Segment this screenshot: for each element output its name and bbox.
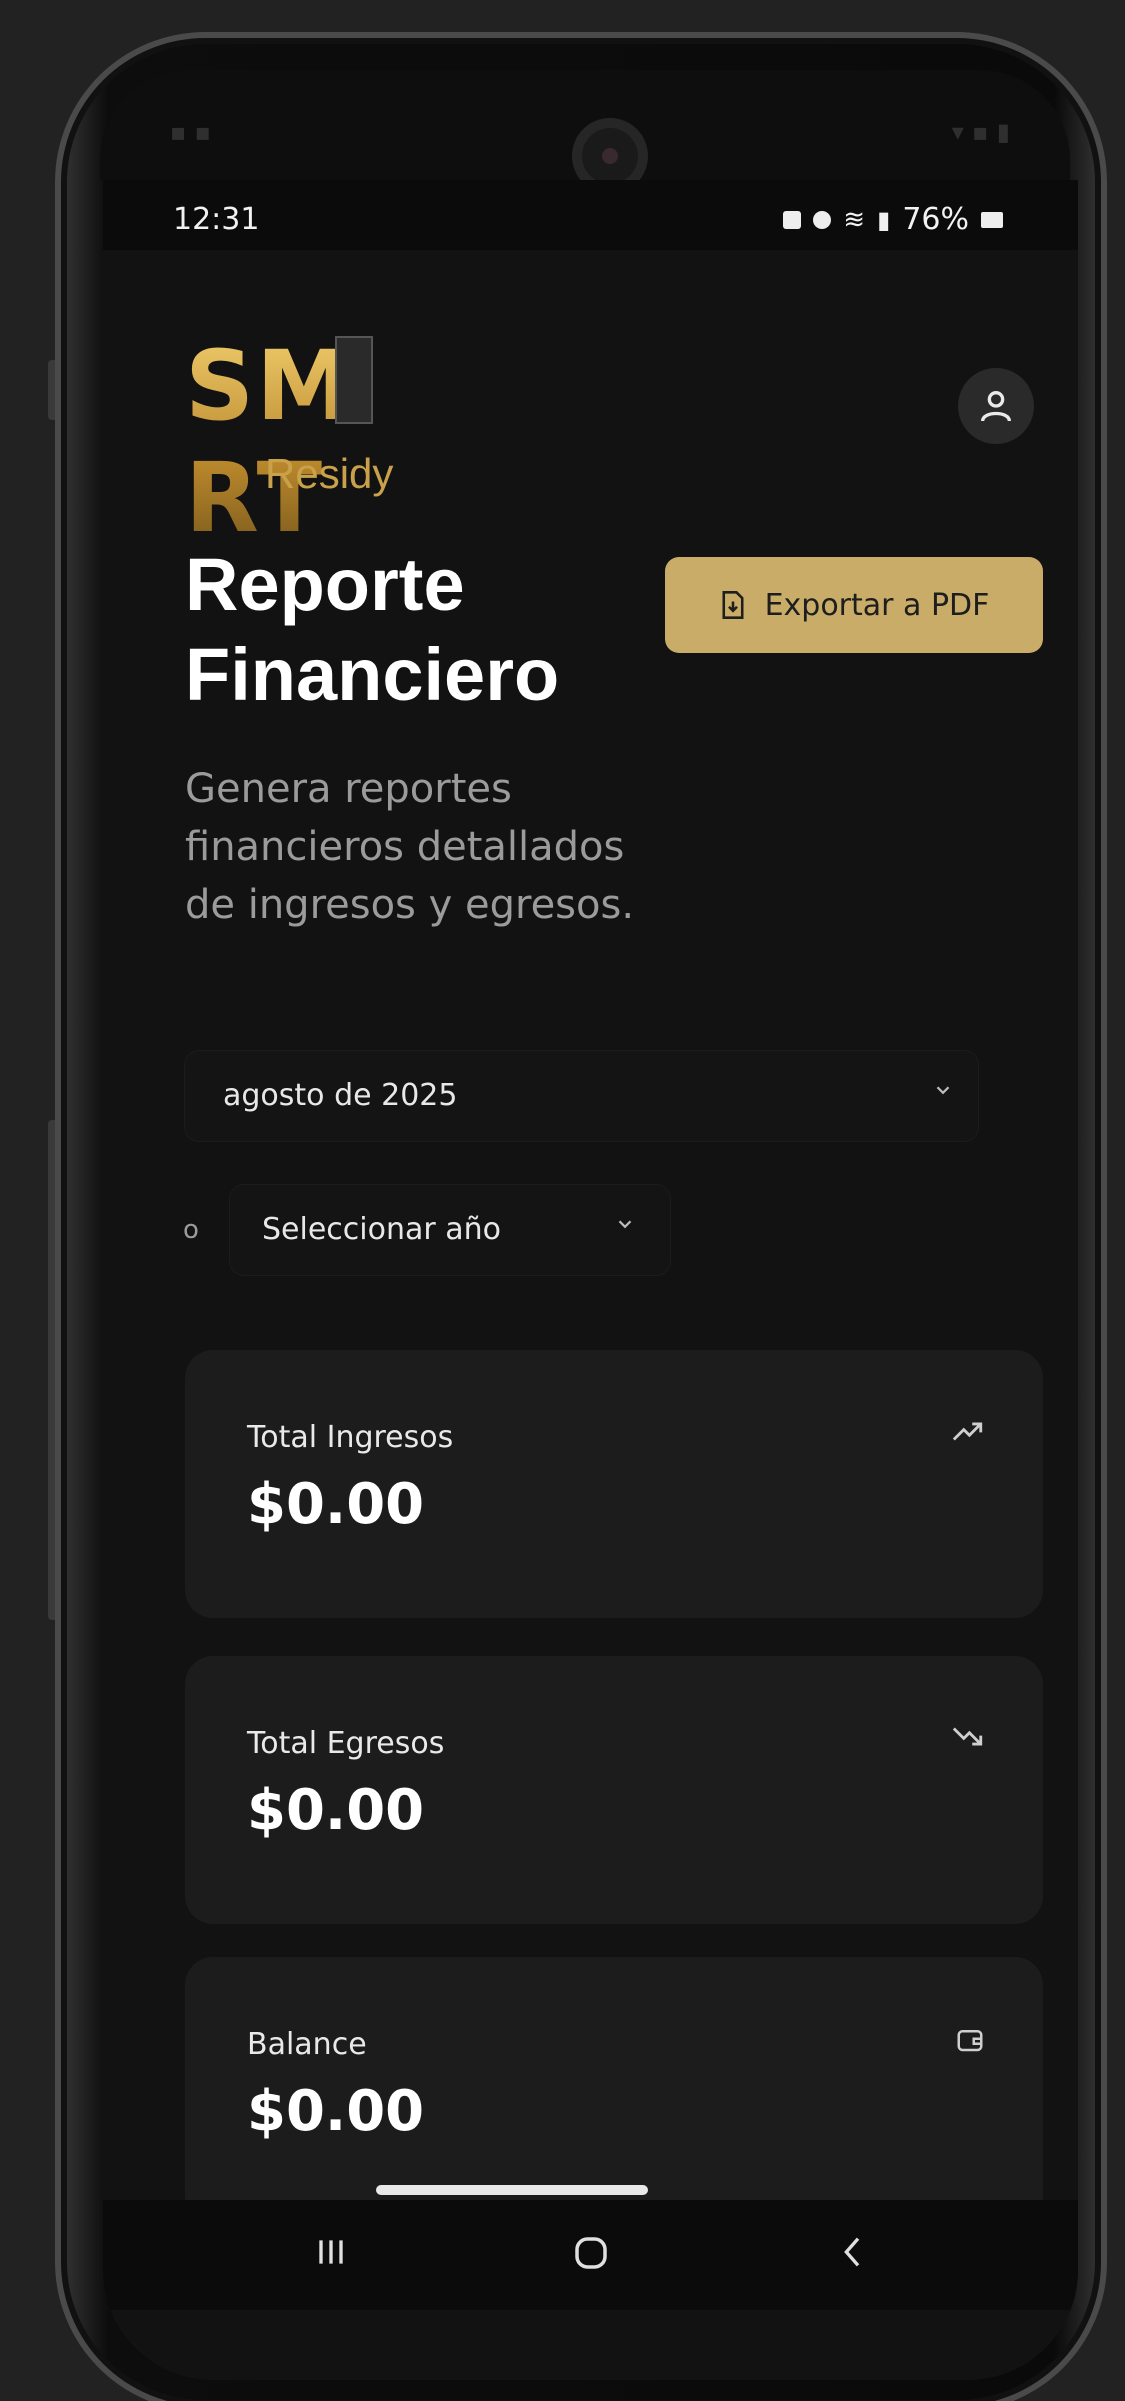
home-indicator[interactable]	[376, 2185, 648, 2195]
trending-up-icon	[952, 1422, 983, 1441]
income-card-label: Total Ingresos	[247, 1420, 454, 1455]
home-icon[interactable]	[570, 2232, 612, 2274]
chevron-down-icon	[618, 1220, 632, 1229]
notification-icon	[783, 210, 802, 229]
logo-sub-text: Residy	[265, 450, 394, 497]
month-select[interactable]: agosto de 2025	[185, 1051, 978, 1141]
income-card-value: $0.00	[247, 1472, 425, 1537]
profile-button[interactable]	[958, 368, 1034, 444]
balance-card-label: Balance	[247, 2027, 367, 2062]
filter-separator: o	[183, 1215, 199, 1245]
expense-card-value: $0.00	[247, 1778, 425, 1843]
alarm-icon	[813, 210, 832, 229]
month-select-value: agosto de 2025	[223, 1078, 458, 1113]
export-pdf-button[interactable]: Exportar a PDF	[665, 557, 1043, 653]
system-nav-bar	[103, 2200, 1078, 2310]
wallet-icon	[957, 2030, 983, 2052]
status-icons: ≋ ▮ 76%	[783, 202, 1003, 237]
file-download-icon	[722, 591, 744, 619]
income-card: Total Ingresos $0.00	[185, 1350, 1043, 1618]
page-subtitle: Genera reportes financieros detallados d…	[185, 766, 635, 928]
battery-level: 76%	[902, 202, 969, 237]
wifi-icon: ≋	[843, 204, 866, 235]
status-bar: 12:31 ≋ ▮ 76%	[103, 180, 1078, 250]
recent-apps-icon[interactable]	[311, 2232, 351, 2272]
expense-card-label: Total Egresos	[247, 1726, 445, 1761]
app-logo: SM RT Residy	[185, 330, 505, 554]
bezel-ghost-status: ▪ ▪	[170, 118, 211, 146]
status-time: 12:31	[173, 202, 260, 237]
battery-icon	[981, 211, 1003, 228]
device-frame-stage: ▪ ▪ ▾ ▪ ▮ 12:31 ≋ ▮ 76% SM RT Residy Rep…	[0, 0, 1125, 2401]
expense-card: Total Egresos $0.00	[185, 1656, 1043, 1924]
user-icon	[981, 391, 1011, 422]
bezel-ghost-icons: ▾ ▪ ▮	[951, 118, 1010, 146]
trending-down-icon	[952, 1727, 983, 1746]
year-select[interactable]: Seleccionar año	[230, 1185, 670, 1275]
year-select-placeholder: Seleccionar año	[262, 1212, 501, 1247]
page-title: Reporte Financiero	[185, 543, 560, 716]
signal-icon: ▮	[877, 205, 891, 234]
chevron-down-icon	[936, 1086, 950, 1095]
back-icon[interactable]	[833, 2232, 873, 2272]
export-pdf-label: Exportar a PDF	[764, 587, 990, 623]
app-screen: 12:31 ≋ ▮ 76% SM RT Residy Reporte Finan…	[103, 180, 1078, 2380]
logo-building-icon	[335, 336, 373, 424]
balance-card-value: $0.00	[247, 2079, 425, 2144]
